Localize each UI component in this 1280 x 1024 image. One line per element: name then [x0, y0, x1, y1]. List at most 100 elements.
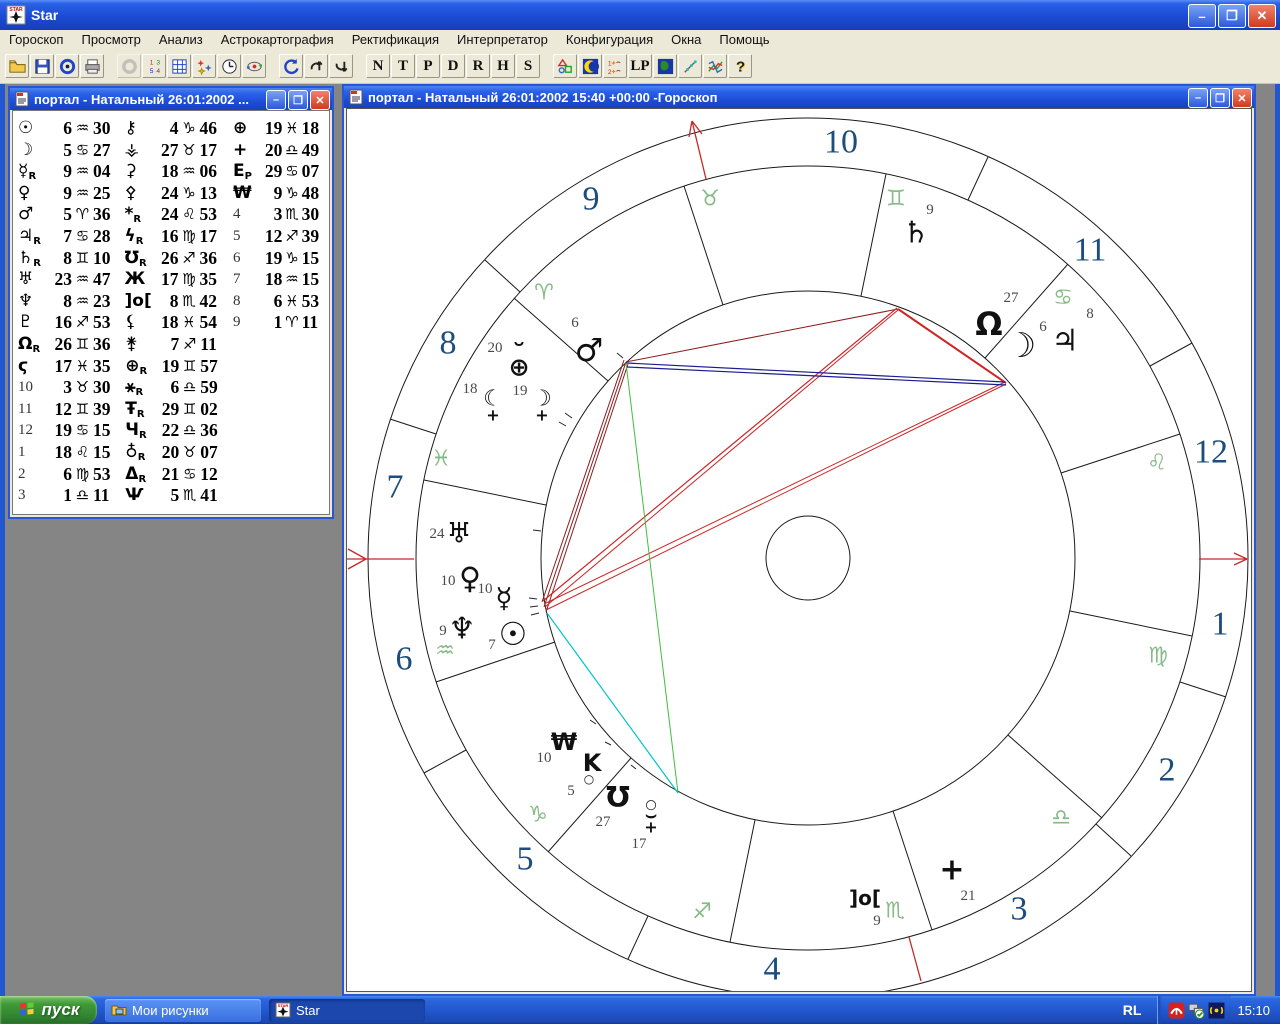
tray-antivirus-icon[interactable] — [1168, 1002, 1185, 1019]
planet-glyph-white-moon: ₩ — [551, 728, 578, 756]
menu-item-9[interactable]: Помощь — [710, 31, 778, 48]
house-number-9: 9 — [583, 181, 600, 218]
toolbar-chart-lines[interactable] — [703, 54, 727, 78]
zodiac-sign-glyph: ♊ — [886, 187, 906, 212]
menu-bar: ГороскопПросмотрАнализАстрокартографияРе… — [0, 30, 1280, 50]
toolbar-stars[interactable] — [192, 54, 216, 78]
chart-titlebar[interactable]: портал - Натальный 26:01:2002 15:40 +00:… — [344, 86, 1254, 108]
house-number-12: 12 — [1194, 434, 1228, 471]
toolbar-target[interactable] — [55, 54, 79, 78]
toolbar-button-S[interactable]: S — [516, 54, 540, 78]
close-button[interactable]: ✕ — [1248, 4, 1276, 28]
toolbar-orbit[interactable] — [242, 54, 266, 78]
toolbar-rotate-down[interactable] — [329, 54, 353, 78]
planet-degree-selena: 19 — [513, 383, 528, 399]
toolbar-button-N[interactable]: N — [366, 54, 390, 78]
chart-window-title: портал - Натальный 26:01:2002 15:40 +00:… — [368, 90, 717, 105]
taskbar: пуск Мои рисунки STARStar RL 15:10 — [0, 996, 1280, 1024]
zodiac-sign-glyph: ♎ — [1051, 806, 1071, 831]
planet-table-titlebar[interactable]: портал - Натальный 26:01:2002 ... – ❐ ✕ — [10, 88, 332, 110]
menu-item-5[interactable]: Ректификация — [343, 31, 448, 48]
toolbar-button-D[interactable]: D — [441, 54, 465, 78]
menu-item-2[interactable]: Просмотр — [72, 31, 149, 48]
table-row: ♅23♒47Ж17♍35718♒15 — [13, 269, 329, 291]
toolbar-printer[interactable] — [80, 54, 104, 78]
start-button[interactable]: пуск — [0, 996, 97, 1024]
toolbar-button-P[interactable]: P — [416, 54, 440, 78]
taskbar-button-мои-рисунки[interactable]: Мои рисунки — [105, 999, 261, 1022]
menu-item-1[interactable]: Гороскоп — [0, 31, 72, 48]
menu-item-7[interactable]: Конфигурация — [557, 31, 662, 48]
chart-close-button[interactable]: ✕ — [1232, 88, 1252, 108]
toolbar-ring-disabled[interactable] — [117, 54, 141, 78]
toolbar-dot-line[interactable] — [678, 54, 702, 78]
star-icon: STAR — [275, 1002, 291, 1018]
planet-degree-vertex-point: 20 — [488, 340, 503, 356]
taskbar-clock[interactable]: 15:10 — [1237, 1003, 1270, 1018]
zodiac-sign-glyph: ♍ — [1148, 644, 1168, 669]
planet-degree-mars: 6 — [571, 315, 579, 331]
house-number-2: 2 — [1159, 752, 1176, 789]
window-border-right — [1275, 84, 1280, 996]
toolbar-button-LP[interactable]: LP — [628, 54, 652, 78]
toolbar-clock[interactable] — [217, 54, 241, 78]
toolbar-button-T[interactable]: T — [391, 54, 415, 78]
planet-glyph-cross-of-fate: + — [939, 853, 964, 888]
taskbar-button-star[interactable]: STARStar — [269, 999, 425, 1022]
table-row: ϛ17♓35⊕R19♊57 — [13, 356, 329, 378]
planet-glyph-selena: + — [535, 406, 548, 425]
toolbar-grid-numbers[interactable]: 1354 — [142, 54, 166, 78]
system-tray: RL 15:10 — [1123, 996, 1280, 1024]
table-row: ☽5♋27⚶27♉17+20♎49 — [13, 140, 329, 162]
planet-glyph-uranus: ♅ — [446, 517, 471, 550]
menu-item-4[interactable]: Астрокартография — [212, 31, 343, 48]
chart-minimize-button[interactable]: – — [1188, 88, 1208, 108]
table-row: ♂5♈36*R24♌5343♏30 — [13, 204, 329, 226]
maximize-button[interactable]: ❐ — [1218, 4, 1246, 28]
tray-network-icon[interactable] — [1188, 1002, 1205, 1019]
table-row: ♃R7♋28ϟR16♍17512♐39 — [13, 226, 329, 248]
panel-minimize-button[interactable]: – — [266, 90, 286, 110]
minimize-button[interactable]: – — [1188, 4, 1216, 28]
toolbar-button-H[interactable]: H — [491, 54, 515, 78]
svg-text:1: 1 — [149, 59, 153, 66]
zodiac-sign-glyph: ♏ — [885, 899, 905, 924]
menu-item-3[interactable]: Анализ — [150, 31, 212, 48]
planet-glyph-proserpina: ]o[ — [849, 886, 881, 910]
toolbar-table-grid[interactable] — [167, 54, 191, 78]
zodiac-sign-glyph: ♋ — [1053, 286, 1073, 311]
planet-glyph-vertex-point: ˘ — [512, 338, 526, 371]
planet-degree-saturn: 9 — [926, 202, 934, 218]
toolbar-open-folder[interactable] — [5, 54, 29, 78]
house-number-1: 1 — [1212, 606, 1229, 643]
chart-maximize-button[interactable]: ❐ — [1210, 88, 1230, 108]
toolbar-moon[interactable] — [578, 54, 602, 78]
toolbar-shapes[interactable] — [553, 54, 577, 78]
toolbar-refresh[interactable] — [279, 54, 303, 78]
house-number-7: 7 — [387, 469, 404, 506]
toolbar-button-R[interactable]: R — [466, 54, 490, 78]
toolbar-rotate-up[interactable] — [304, 54, 328, 78]
planet-table-window: портал - Натальный 26:01:2002 ... – ❐ ✕ … — [8, 86, 334, 519]
toolbar-globe[interactable] — [653, 54, 677, 78]
menu-item-6[interactable]: Интерпретатор — [448, 31, 557, 48]
planet-glyph-neptune: ♆ — [449, 612, 476, 647]
planet-glyph-pluto: + — [644, 818, 657, 837]
language-indicator[interactable]: RL — [1123, 1002, 1142, 1018]
zodiac-sign-glyph: ♈ — [534, 281, 554, 306]
house-number-10: 10 — [824, 124, 858, 161]
toolbar-list-stars[interactable]: 12 — [603, 54, 627, 78]
planet-degree-venus: 10 — [441, 573, 456, 589]
zodiac-sign-glyph: ♓ — [431, 447, 451, 472]
house-number-6: 6 — [396, 641, 413, 678]
document-icon — [14, 91, 30, 107]
svg-text:4: 4 — [156, 68, 160, 75]
toolbar-save[interactable] — [30, 54, 54, 78]
menu-item-8[interactable]: Окна — [662, 31, 710, 48]
toolbar-help[interactable]: ?? — [728, 54, 752, 78]
panel-close-button[interactable]: ✕ — [310, 90, 330, 110]
planet-glyph-south-node: ℧ — [606, 781, 630, 814]
start-button-label: пуск — [42, 1000, 80, 1020]
panel-maximize-button[interactable]: ❐ — [288, 90, 308, 110]
tray-radiation-icon[interactable] — [1208, 1002, 1225, 1019]
